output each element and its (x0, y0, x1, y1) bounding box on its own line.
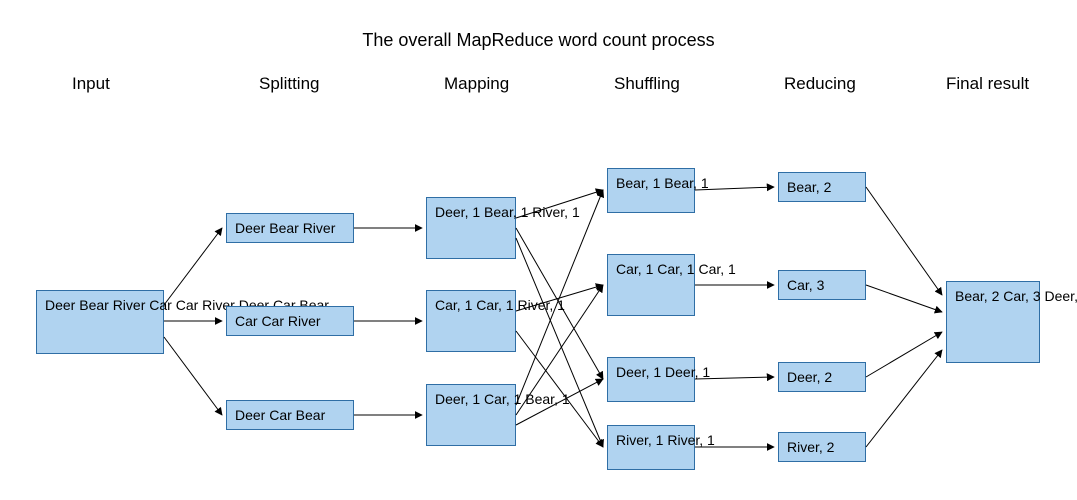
reducing-box-3: River, 2 (778, 432, 866, 462)
splitting-box-2: Deer Car Bear (226, 400, 354, 430)
arrow-red0-final (866, 187, 942, 295)
reducing-box-2: Deer, 2 (778, 362, 866, 392)
diagram-title: The overall MapReduce word count process (0, 30, 1077, 51)
arrow-map0-river (516, 238, 603, 447)
mapping-box-1: Car, 1 Car, 1 River, 1 (426, 290, 516, 352)
col-header-mapping: Mapping (444, 74, 509, 94)
arrow-red3-final (866, 350, 942, 447)
reducing-box-0: Bear, 2 (778, 172, 866, 202)
arrow-map1-river (516, 331, 603, 447)
arrow-red2-final (866, 332, 942, 377)
reducing-box-1: Car, 3 (778, 270, 866, 300)
arrow-input-to-split-2 (164, 337, 222, 415)
splitting-box-1: Car Car River (226, 306, 354, 336)
arrow-input-to-split-0 (164, 228, 222, 305)
col-header-final: Final result (946, 74, 1029, 94)
col-header-splitting: Splitting (259, 74, 319, 94)
final-result-box: Bear, 2 Car, 3 Deer, 2 River, 2 (946, 281, 1040, 363)
col-header-input: Input (72, 74, 110, 94)
col-header-shuffling: Shuffling (614, 74, 680, 94)
shuffling-box-1: Car, 1 Car, 1 Car, 1 (607, 254, 695, 316)
mapping-box-0: Deer, 1 Bear, 1 River, 1 (426, 197, 516, 259)
mapping-box-2: Deer, 1 Car, 1 Bear, 1 (426, 384, 516, 446)
arrow-layer (0, 0, 1077, 500)
input-box: Deer Bear River Car Car River Deer Car B… (36, 290, 164, 354)
shuffling-box-2: Deer, 1 Deer, 1 (607, 357, 695, 402)
col-header-reducing: Reducing (784, 74, 856, 94)
splitting-box-0: Deer Bear River (226, 213, 354, 243)
arrow-red1-final (866, 285, 942, 312)
shuffling-box-0: Bear, 1 Bear, 1 (607, 168, 695, 213)
shuffling-box-3: River, 1 River, 1 (607, 425, 695, 470)
